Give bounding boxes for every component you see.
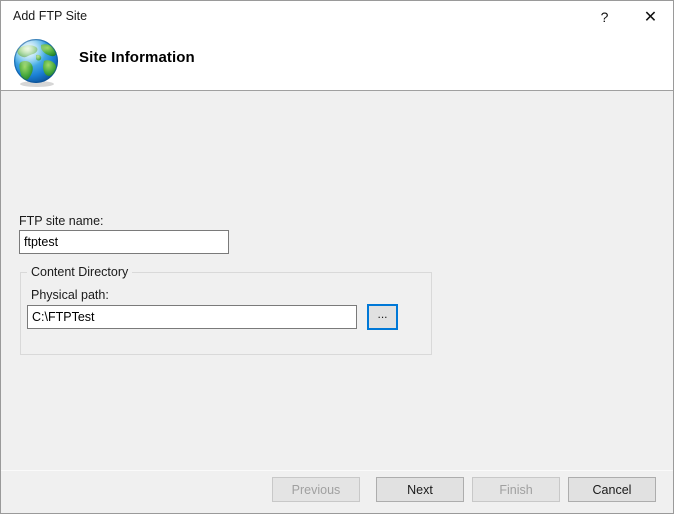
globe-icon [11,35,63,87]
browse-button[interactable]: ... [367,304,398,330]
next-button[interactable]: Next [376,477,464,502]
page-title: Site Information [79,49,195,66]
help-icon[interactable]: ? [582,1,627,32]
ftp-site-name-label: FTP site name: [19,214,104,228]
dialog-footer: Previous Next Finish Cancel [1,470,674,514]
dialog-header: Site Information [1,32,674,91]
ftp-site-name-input[interactable] [19,230,229,254]
cancel-button[interactable]: Cancel [568,477,656,502]
previous-button[interactable]: Previous [272,477,360,502]
dialog-body: FTP site name: Content Directory Physica… [1,92,674,470]
physical-path-input[interactable] [27,305,357,329]
content-directory-legend: Content Directory [27,265,132,279]
window-title: Add FTP Site [13,8,87,25]
add-ftp-site-dialog: Add FTP Site ? ✕ [0,0,674,514]
title-bar: Add FTP Site ? ✕ [1,1,674,32]
physical-path-label: Physical path: [31,288,109,302]
close-icon[interactable]: ✕ [628,1,673,32]
finish-button[interactable]: Finish [472,477,560,502]
